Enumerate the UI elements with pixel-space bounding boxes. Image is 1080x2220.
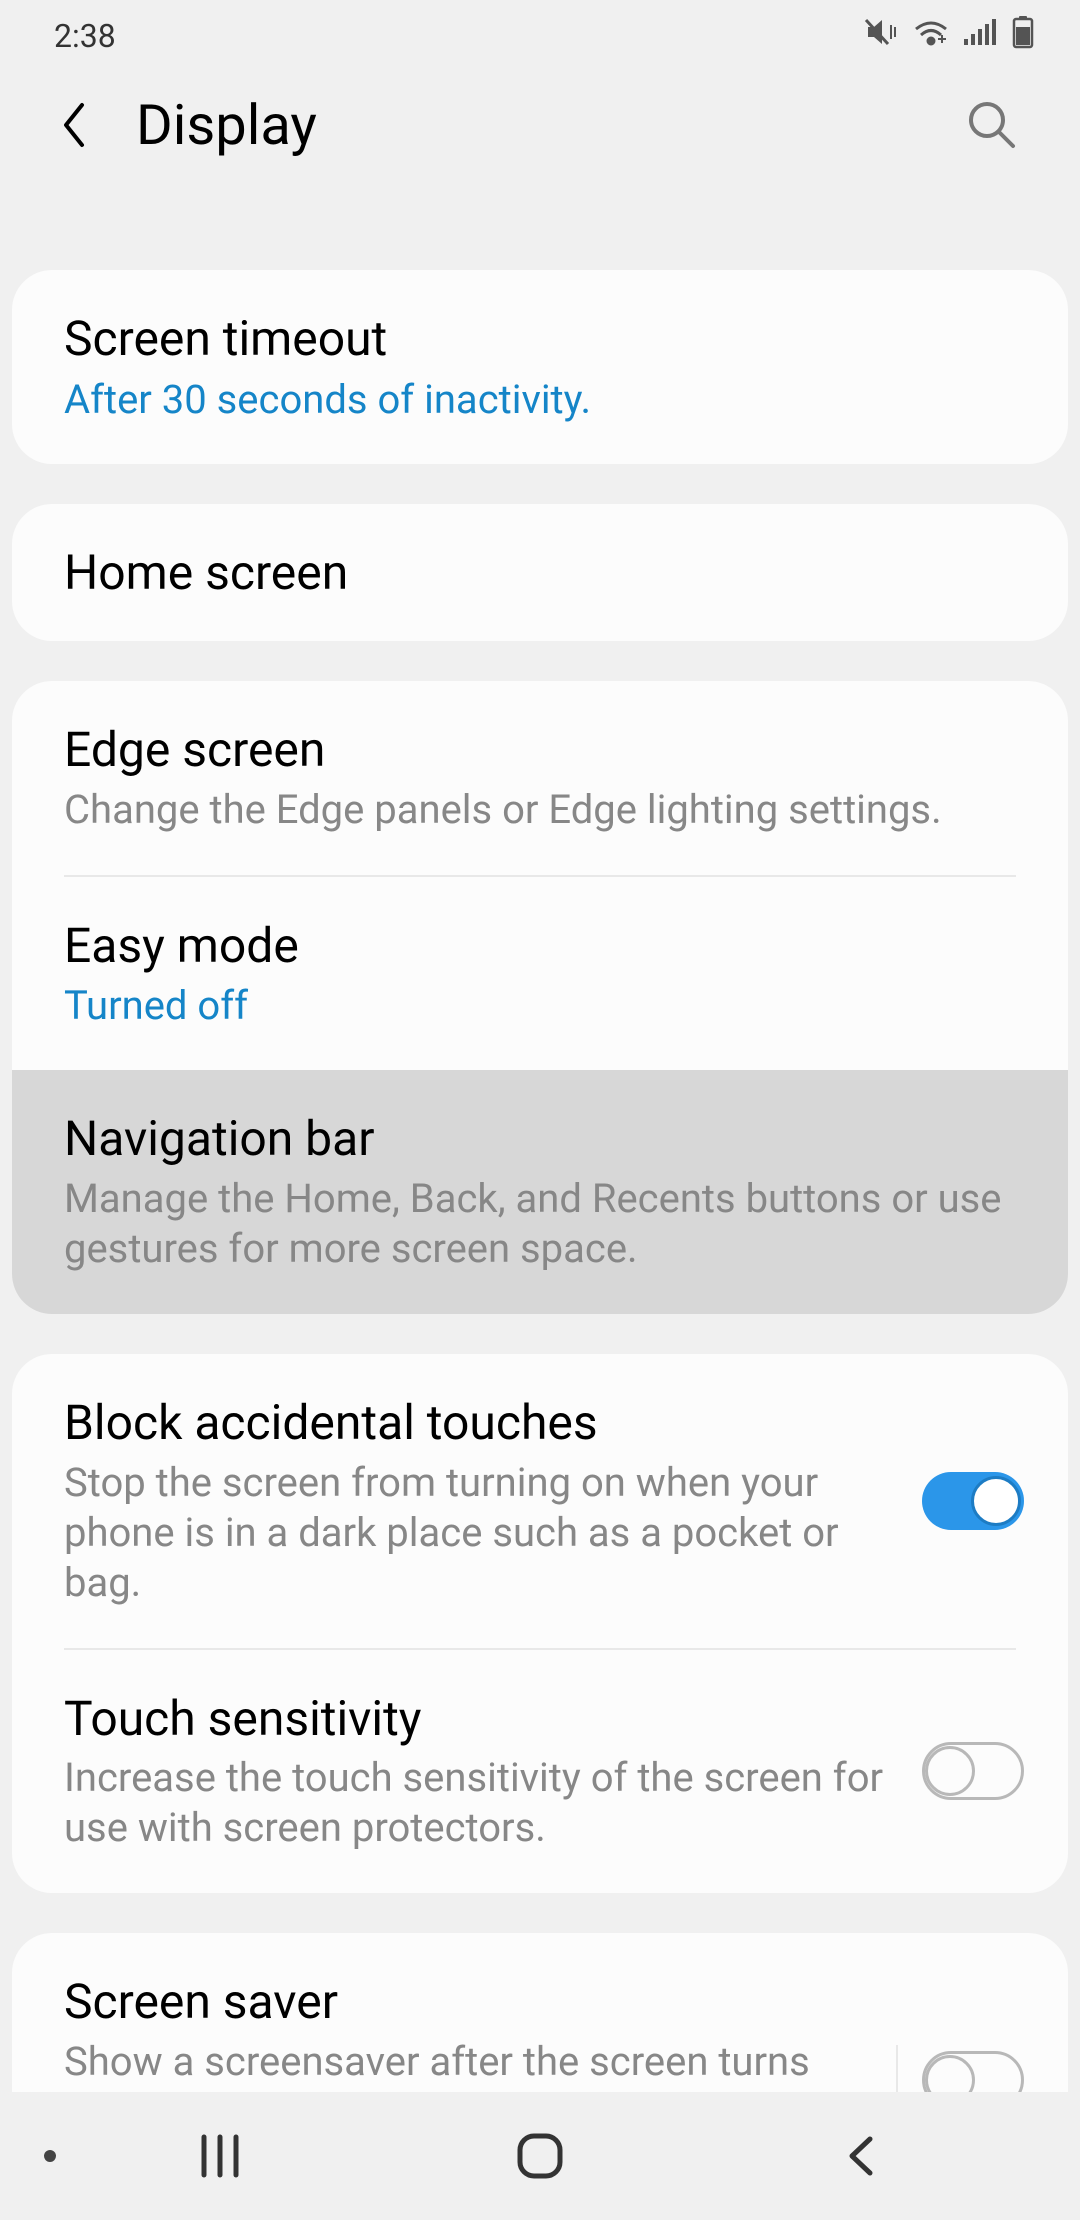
setting-subtitle: Show a screensaver after the screen turn… (64, 2037, 866, 2092)
setting-subtitle: Change the Edge panels or Edge lighting … (64, 785, 1016, 835)
card-screen-options: Edge screen Change the Edge panels or Ed… (12, 681, 1068, 1314)
nav-dot (44, 2150, 56, 2162)
card-screen-saver: Screen saver Show a screensaver after th… (12, 1933, 1068, 2092)
setting-touch-sensitivity[interactable]: Touch sensitivity Increase the touch sen… (12, 1650, 1068, 1894)
status-time: 2:38 (54, 17, 116, 55)
toggle-block-touches[interactable] (922, 1472, 1024, 1530)
card-touch-options: Block accidental touches Stop the screen… (12, 1354, 1068, 1893)
toggle-screen-saver[interactable] (922, 2051, 1024, 2092)
setting-screen-timeout[interactable]: Screen timeout After 30 seconds of inact… (12, 270, 1068, 464)
page-title: Display (136, 92, 962, 158)
battery-icon (1012, 15, 1034, 57)
status-icons (864, 15, 1034, 57)
nav-home-button[interactable] (480, 2126, 600, 2186)
setting-subtitle: After 30 seconds of inactivity. (64, 376, 1016, 424)
setting-title: Easy mode (64, 917, 1016, 975)
system-navigation-bar (0, 2092, 1080, 2220)
nav-recents-button[interactable] (160, 2126, 280, 2186)
card-home-screen: Home screen (12, 504, 1068, 642)
search-button[interactable] (962, 95, 1022, 155)
toggle-knob (971, 1476, 1021, 1526)
status-bar: 2:38 (0, 0, 1080, 72)
setting-home-screen[interactable]: Home screen (12, 504, 1068, 642)
setting-title: Edge screen (64, 721, 1016, 779)
header: Display (0, 72, 1080, 208)
setting-title: Navigation bar (64, 1110, 1016, 1168)
toggle-touch-sensitivity[interactable] (922, 1742, 1024, 1800)
setting-screen-saver[interactable]: Screen saver Show a screensaver after th… (12, 1933, 1068, 2092)
setting-subtitle: Stop the screen from turning on when you… (64, 1458, 892, 1608)
toggle-knob (925, 1746, 975, 1796)
setting-subtitle: Increase the touch sensitivity of the sc… (64, 1753, 892, 1853)
setting-subtitle: Turned off (64, 982, 1016, 1030)
settings-list[interactable]: Screen timeout After 30 seconds of inact… (0, 270, 1080, 2092)
setting-title: Screen timeout (64, 310, 1016, 368)
setting-title: Block accidental touches (64, 1394, 892, 1452)
nav-back-button[interactable] (800, 2126, 920, 2186)
setting-title: Home screen (64, 544, 1016, 602)
signal-icon (964, 17, 998, 55)
setting-navigation-bar[interactable]: Navigation bar Manage the Home, Back, an… (12, 1070, 1068, 1314)
wifi-icon (912, 17, 950, 55)
setting-edge-screen[interactable]: Edge screen Change the Edge panels or Ed… (12, 681, 1068, 875)
setting-easy-mode[interactable]: Easy mode Turned off (12, 877, 1068, 1071)
card-screen-timeout: Screen timeout After 30 seconds of inact… (12, 270, 1068, 464)
toggle-divider (896, 2045, 898, 2092)
mute-vibrate-icon (864, 17, 898, 55)
setting-title: Screen saver (64, 1973, 866, 2031)
setting-title: Touch sensitivity (64, 1690, 892, 1748)
setting-block-touches[interactable]: Block accidental touches Stop the screen… (12, 1354, 1068, 1648)
setting-subtitle: Manage the Home, Back, and Recents butto… (64, 1174, 1016, 1274)
toggle-knob (925, 2055, 975, 2092)
back-button[interactable] (52, 95, 96, 155)
